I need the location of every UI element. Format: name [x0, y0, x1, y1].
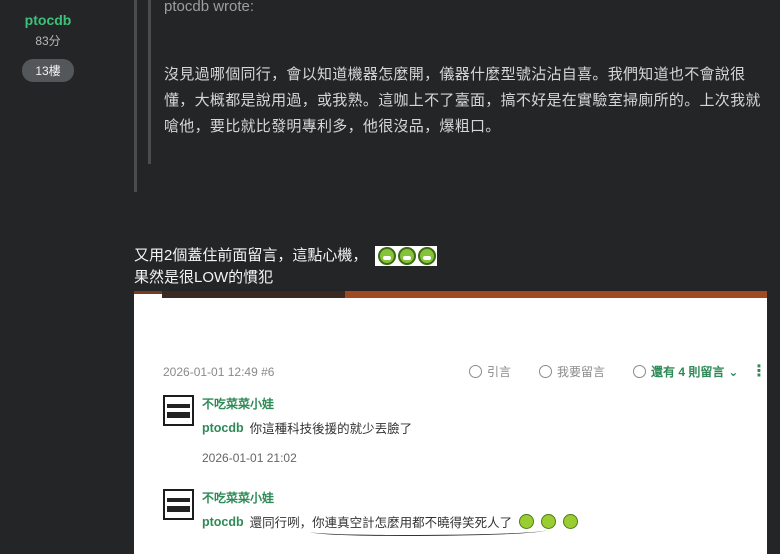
comment-author: 不吃菜菜小娃 [202, 397, 275, 411]
grin-emoticon-icon [398, 247, 417, 265]
more-comments-action: 還有 4 則留言 ⌄ [633, 363, 738, 380]
embedded-screenshot: 2026-01-01 12:49 #6 引言 我要留言 還有 4 則留言 ⌄ ⋮… [134, 291, 767, 554]
screenshot-banner-left [134, 291, 162, 294]
grin-emoticon-icon [378, 247, 397, 265]
reply-line-2: 果然是很LOW的慣犯 [134, 269, 274, 286]
comment-mention: ptocdb [202, 420, 244, 435]
screenshot-banner-accent [345, 291, 767, 298]
comment-text: ptocdb 你這種科技後援的就少丟臉了 [202, 418, 412, 437]
floor-badge[interactable]: 13樓 [22, 59, 74, 82]
comment-author: 不吃菜菜小娃 [202, 491, 275, 505]
quote-icon [469, 365, 482, 378]
avatar [163, 395, 194, 426]
chevron-down-icon: ⌄ [728, 364, 739, 379]
chat-icon [633, 365, 647, 378]
emoticon-group [375, 246, 438, 266]
comment-action-label: 我要留言 [557, 365, 606, 379]
post-actions: 引言 我要留言 還有 4 則留言 ⌄ [469, 363, 738, 380]
author-panel: ptocdb 83分 13樓 [0, 0, 96, 82]
comment-body: 你這種科技後援的就少丟臉了 [249, 422, 413, 436]
author-name[interactable]: ptocdb [0, 12, 96, 28]
comment-mention: ptocdb [202, 514, 244, 529]
screenshot-banner-dark [162, 291, 345, 298]
grin-emoticon-icon [418, 247, 437, 265]
more-comments-label: 還有 4 則留言 [651, 365, 725, 379]
quote-action-label: 引言 [487, 365, 512, 379]
laugh-emoticon-icon [563, 514, 579, 529]
quote-action: 引言 [469, 363, 511, 380]
author-score: 83分 [35, 34, 61, 48]
kebab-menu-icon: ⋮ [751, 363, 767, 380]
post-meta: 2026-01-01 12:49 #6 [163, 365, 275, 379]
quote-border-outer [134, 0, 137, 192]
comment-time: 2026-01-01 21:02 [202, 451, 297, 465]
quote-border-inner [148, 0, 151, 164]
reply-line-1: 又用2個蓋住前面留言，這點心機， [134, 247, 368, 264]
reply-content: 又用2個蓋住前面留言，這點心機， 果然是很LOW的慣犯 [134, 245, 438, 289]
quote-header: ptocdb wrote: [164, 0, 255, 15]
avatar [163, 489, 194, 520]
quote-body: 沒見過哪個同行，會以知道機器怎麼開，儀器什麼型號沾沾自喜。我們知道也不會說很懂，… [164, 66, 761, 135]
chat-icon [539, 365, 553, 378]
handwritten-underline [311, 526, 546, 536]
comment-action: 我要留言 [539, 363, 605, 380]
